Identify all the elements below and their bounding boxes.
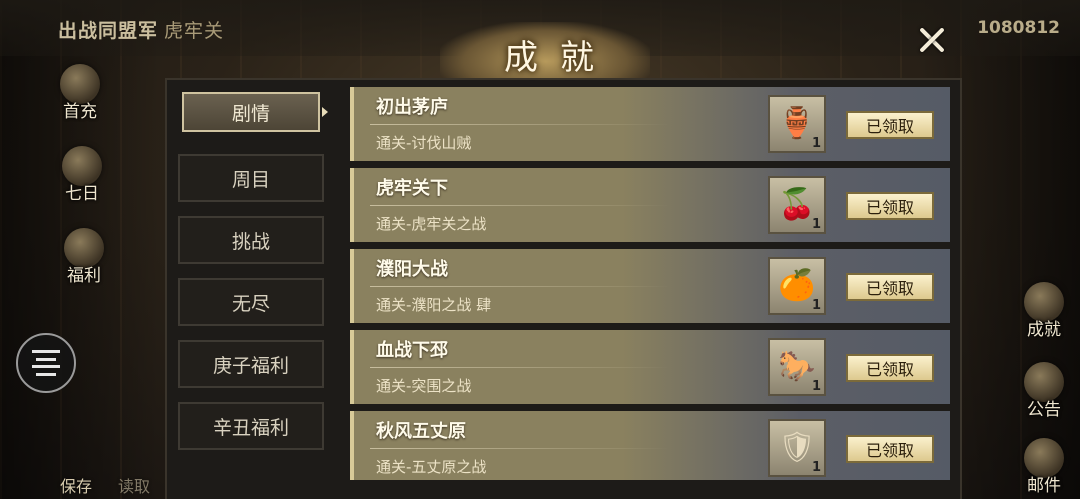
claimed-button[interactable]: 已领取 [846,273,934,301]
divider [370,448,670,449]
achievement-row: 秋风五丈原 通关-五丈原之战 🛡 1 已领取 [350,411,950,480]
achievement-label: 成就 [1027,320,1061,340]
achievement-title: 血战下邳 [376,340,448,361]
divider [370,205,670,206]
claimed-button[interactable]: 已领取 [846,354,934,382]
resource-counter: 1080812 [977,18,1060,38]
tab-gengzi-welfare[interactable]: 庚子福利 [178,340,324,388]
stage-subtitle: 虎牢关 [164,20,225,42]
category-tabs: 剧情 周目 挑战 无尽 庚子福利 辛丑福利 [178,90,328,464]
claimed-button[interactable]: 已领取 [846,435,934,463]
tab-xinchou-welfare[interactable]: 辛丑福利 [178,402,324,450]
reward-count: 1 [811,136,821,151]
nav-load[interactable]: 读取 [118,473,150,499]
achievement-title: 濮阳大战 [376,259,448,280]
tab-endless[interactable]: 无尽 [178,278,324,326]
red-berries-icon: 🍒 [778,187,816,222]
achievement-title: 秋风五丈原 [376,421,466,442]
achievement-desc: 通关-虎牢关之战 [376,215,487,233]
stage-title: 出战同盟军 虎牢关 [58,16,224,43]
achievement-title: 初出茅庐 [376,97,448,118]
tab-challenge[interactable]: 挑战 [178,216,324,264]
achievement-list[interactable]: 初出茅庐 通关-讨伐山贼 🏺 1 已领取 虎牢关下 通关-虎牢关之战 🍒 1 已… [338,80,958,480]
divider [370,286,670,287]
mail-button[interactable]: 邮件 [1012,432,1076,496]
seven-day-button[interactable]: 七日 [50,140,114,204]
achievement-desc: 通关-突围之战 [376,377,472,395]
reward-count: 1 [811,460,821,475]
orange-berries-icon: 🍊 [778,268,816,303]
armor-orb-icon: 🛡 [777,430,817,465]
claimed-button[interactable]: 已领取 [846,192,934,220]
seven-day-label: 七日 [65,184,99,204]
dialog-title: 成就 [504,38,616,78]
achievement-title: 虎牢关下 [376,178,448,199]
red-horse-icon: 🐎 [778,349,816,384]
achievement-button[interactable]: 成就 [1012,276,1076,340]
stage-name: 出战同盟军 [58,20,159,42]
achievement-desc: 通关-讨伐山贼 [376,134,472,152]
mail-label: 邮件 [1027,476,1061,496]
first-recharge-label: 首充 [63,102,97,122]
reward-count: 1 [811,298,821,313]
reward-slot[interactable]: 🍒 1 [768,176,826,234]
reward-slot[interactable]: 🐎 1 [768,338,826,396]
achievement-row: 血战下邳 通关-突围之战 🐎 1 已领取 [350,330,950,404]
achievement-row: 虎牢关下 通关-虎牢关之战 🍒 1 已领取 [350,168,950,242]
first-recharge-button[interactable]: 首充 [48,58,112,122]
reward-slot[interactable]: 🏺 1 [768,95,826,153]
achievement-desc: 通关-五丈原之战 [376,458,487,476]
divider [370,124,670,125]
tab-cycle[interactable]: 周目 [178,154,324,202]
divider [370,367,670,368]
floating-menu-button[interactable] [16,333,76,393]
announcement-button[interactable]: 公告 [1012,356,1076,420]
reward-slot[interactable]: 🍊 1 [768,257,826,315]
welfare-label: 福利 [67,266,101,286]
menu-lines-icon [32,350,60,376]
announcement-label: 公告 [1027,400,1061,420]
reward-slot[interactable]: 🛡 1 [768,419,826,477]
reward-count: 1 [811,379,821,394]
nav-save[interactable]: 保存 [60,473,92,499]
achievement-row: 初出茅庐 通关-讨伐山贼 🏺 1 已领取 [350,87,950,161]
achievement-row: 濮阳大战 通关-濮阳之战 肆 🍊 1 已领取 [350,249,950,323]
welfare-button[interactable]: 福利 [52,222,116,286]
vase-icon: 🏺 [778,106,816,141]
achievement-desc: 通关-濮阳之战 肆 [376,296,492,314]
close-icon[interactable] [914,22,950,58]
tab-story[interactable]: 剧情 [182,92,328,132]
claimed-button[interactable]: 已领取 [846,111,934,139]
reward-count: 1 [811,217,821,232]
